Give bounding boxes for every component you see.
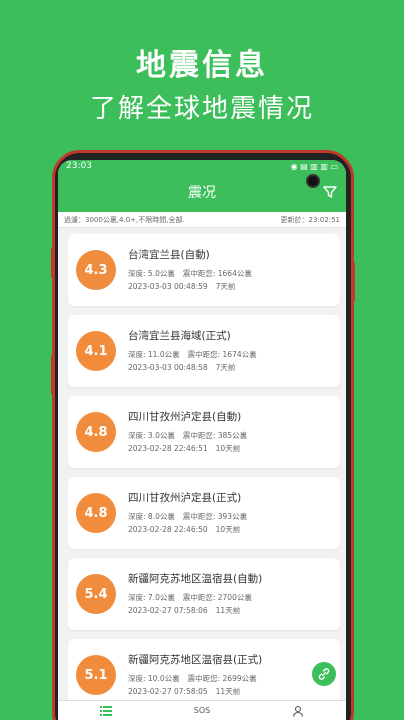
link-icon	[318, 668, 330, 680]
nav-profile[interactable]	[278, 703, 318, 719]
quake-location: 新疆阿克苏地区温宿县(正式)	[128, 654, 263, 666]
quake-time: 2023-02-27 07:58:06	[128, 606, 208, 615]
quake-ago: 11天前	[215, 606, 241, 615]
quake-depth: 深度: 11.0公裏	[128, 350, 180, 359]
nav-list[interactable]	[86, 703, 126, 719]
quake-meta: 深度: 7.0公裏 震中距您: 2700公裏 2023-02-27 07:58:06…	[128, 591, 262, 617]
magnitude-badge: 5.1	[76, 655, 116, 695]
quake-depth: 深度: 7.0公裏	[128, 593, 175, 602]
front-camera	[306, 174, 320, 188]
quake-depth: 深度: 5.0公裏	[128, 269, 175, 278]
quake-meta: 深度: 5.0公裏 震中距您: 1664公裏 2023-03-03 00:48:59…	[128, 267, 260, 293]
quake-location: 台湾宜兰县海域(正式)	[128, 330, 231, 342]
quake-ago: 7天前	[215, 363, 236, 372]
quake-depth: 深度: 3.0公裏	[128, 431, 175, 440]
magnitude-badge: 4.8	[76, 493, 116, 533]
quake-time: 2023-03-03 00:48:58	[128, 363, 208, 372]
sos-label: SOS	[193, 706, 211, 715]
magnitude-badge: 4.3	[76, 250, 116, 290]
quake-distance: 震中距您: 2699公裏	[187, 674, 257, 683]
app-bar: 震况	[58, 172, 346, 212]
quake-meta: 深度: 11.0公裏 震中距您: 1674公裏 2023-03-03 00:48:5…	[128, 348, 265, 374]
magnitude-badge: 4.8	[76, 412, 116, 452]
quake-ago: 10天前	[215, 525, 241, 534]
phone-side-button	[351, 262, 355, 302]
updated-time: 更新於：23:02:51	[280, 215, 340, 224]
person-icon	[292, 705, 304, 717]
quake-card[interactable]: 4.8 四川甘孜州泸定县(正式) 深度: 8.0公裏 震中距您: 393公裏 2023-…	[68, 477, 340, 549]
phone-side-button	[51, 355, 55, 395]
nav-sos[interactable]: SOS	[182, 703, 222, 719]
quake-depth: 深度: 10.0公裏	[128, 674, 180, 683]
quake-distance: 震中距您: 1674公裏	[187, 350, 257, 359]
quake-distance: 震中距您: 393公裏	[182, 512, 248, 521]
quake-info: 台湾宜兰县海域(正式) 深度: 11.0公裏 震中距您: 1674公裏 2023-03…	[128, 328, 265, 374]
app-screen: 23:03 ◉ ▤ ▥ ▥ ▭ 震况 過濾：3000公裏,4.0+,不限時間,全…	[58, 160, 346, 720]
magnitude-badge: 4.1	[76, 331, 116, 371]
list-icon	[100, 705, 112, 716]
quake-time: 2023-02-28 22:46:51	[128, 444, 208, 453]
quake-info: 四川甘孜州泸定县(正式) 深度: 8.0公裏 震中距您: 393公裏 2023-02-…	[128, 490, 255, 536]
quake-time: 2023-02-28 22:46:50	[128, 525, 208, 534]
quake-depth: 深度: 8.0公裏	[128, 512, 175, 521]
share-button[interactable]	[312, 662, 336, 686]
status-bar: 23:03 ◉ ▤ ▥ ▥ ▭	[58, 160, 346, 172]
quake-location: 台湾宜兰县(自動)	[128, 249, 210, 261]
quake-info: 台湾宜兰县(自動) 深度: 5.0公裏 震中距您: 1664公裏 2023-03-03…	[128, 247, 260, 293]
quake-card[interactable]: 5.4 新疆阿克苏地区温宿县(自動) 深度: 7.0公裏 震中距您: 2700公裏 20…	[68, 558, 340, 630]
quake-ago: 11天前	[215, 687, 241, 696]
app-title: 震况	[188, 185, 216, 201]
promo-subtitle: 了解全球地震情况	[89, 94, 314, 124]
quake-location: 四川甘孜州泸定县(正式)	[128, 492, 242, 504]
quake-card[interactable]: 4.8 四川甘孜州泸定县(自動) 深度: 3.0公裏 震中距您: 385公裏 2023-…	[68, 396, 340, 468]
promo-title: 地震信息	[136, 48, 268, 83]
magnitude-badge: 5.4	[76, 574, 116, 614]
quake-meta: 深度: 8.0公裏 震中距您: 393公裏 2023-02-28 22:46:50 1…	[128, 510, 255, 536]
quake-card[interactable]: 4.1 台湾宜兰县海域(正式) 深度: 11.0公裏 震中距您: 1674公裏 2023…	[68, 315, 340, 387]
quake-info: 新疆阿克苏地区温宿县(自動) 深度: 7.0公裏 震中距您: 2700公裏 2023-…	[128, 571, 262, 617]
quake-info: 四川甘孜州泸定县(自動) 深度: 3.0公裏 震中距您: 385公裏 2023-02-…	[128, 409, 255, 455]
quake-location: 四川甘孜州泸定县(自動)	[128, 411, 242, 423]
phone-side-button	[51, 248, 55, 278]
quake-ago: 10天前	[215, 444, 241, 453]
quake-time: 2023-03-03 00:48:59	[128, 282, 208, 291]
quake-ago: 7天前	[215, 282, 236, 291]
quake-distance: 震中距您: 1664公裏	[182, 269, 252, 278]
quake-distance: 震中距您: 385公裏	[182, 431, 248, 440]
quake-location: 新疆阿克苏地区温宿县(自動)	[128, 573, 263, 585]
quake-info: 新疆阿克苏地区温宿县(正式) 深度: 10.0公裏 震中距您: 2699公裏 2023…	[128, 652, 265, 698]
quake-time: 2023-02-27 07:58:05	[128, 687, 208, 696]
filter-bar[interactable]: 過濾：3000公裏,4.0+,不限時間,全部. 更新於：23:02:51	[58, 212, 346, 228]
quake-meta: 深度: 3.0公裏 震中距您: 385公裏 2023-02-28 22:46:51 1…	[128, 429, 255, 455]
quake-distance: 震中距您: 2700公裏	[182, 593, 252, 602]
status-time: 23:03	[66, 161, 92, 171]
bottom-nav: SOS	[58, 700, 346, 720]
status-icons: ◉ ▤ ▥ ▥ ▭	[290, 161, 338, 171]
quake-card[interactable]: 4.3 台湾宜兰县(自動) 深度: 5.0公裏 震中距您: 1664公裏 2023-03…	[68, 234, 340, 306]
filter-icon[interactable]	[322, 184, 338, 200]
quake-meta: 深度: 10.0公裏 震中距您: 2699公裏 2023-02-27 07:58:0…	[128, 672, 265, 698]
quake-list: 4.3 台湾宜兰县(自動) 深度: 5.0公裏 震中距您: 1664公裏 2023-03…	[58, 228, 346, 711]
filter-summary: 過濾：3000公裏,4.0+,不限時間,全部.	[64, 215, 185, 224]
